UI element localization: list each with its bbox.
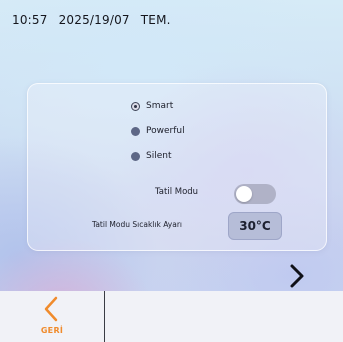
status-time: 10:57 [12, 13, 48, 27]
holiday-temperature-value[interactable]: 30°C [228, 212, 282, 240]
mode-option-powerful[interactable]: Powerful [131, 124, 185, 138]
holiday-temperature-label: Tatil Modu Sıcaklık Ayarı [92, 220, 183, 229]
mode-option-label: Smart [146, 101, 174, 111]
screen-background: 10:57 2025/19/07 TEM. Smart Powerful Sil… [0, 0, 343, 342]
radio-unselected-icon[interactable] [131, 151, 140, 161]
status-bar: 10:57 2025/19/07 TEM. [12, 9, 182, 31]
mode-option-label: Powerful [146, 126, 185, 136]
mode-option-silent[interactable]: Silent [131, 149, 171, 163]
holiday-mode-toggle[interactable] [234, 184, 276, 204]
toggle-knob [236, 186, 252, 202]
radio-selected-icon[interactable] [131, 101, 140, 111]
bottom-bar: GERİ [0, 291, 343, 342]
back-label: GERİ [40, 326, 64, 335]
radio-unselected-icon[interactable] [131, 126, 140, 136]
mode-option-smart[interactable]: Smart [131, 99, 173, 113]
mode-option-label: Silent [146, 151, 172, 161]
status-date: 2025/19/07 [58, 13, 130, 27]
holiday-mode-label: Tatil Modu [155, 187, 199, 197]
chevron-right-icon[interactable] [289, 263, 305, 289]
chevron-left-icon[interactable] [42, 296, 60, 322]
bottom-divider [104, 291, 105, 342]
status-label: TEM. [140, 13, 171, 27]
back-button[interactable]: GERİ [0, 291, 104, 342]
